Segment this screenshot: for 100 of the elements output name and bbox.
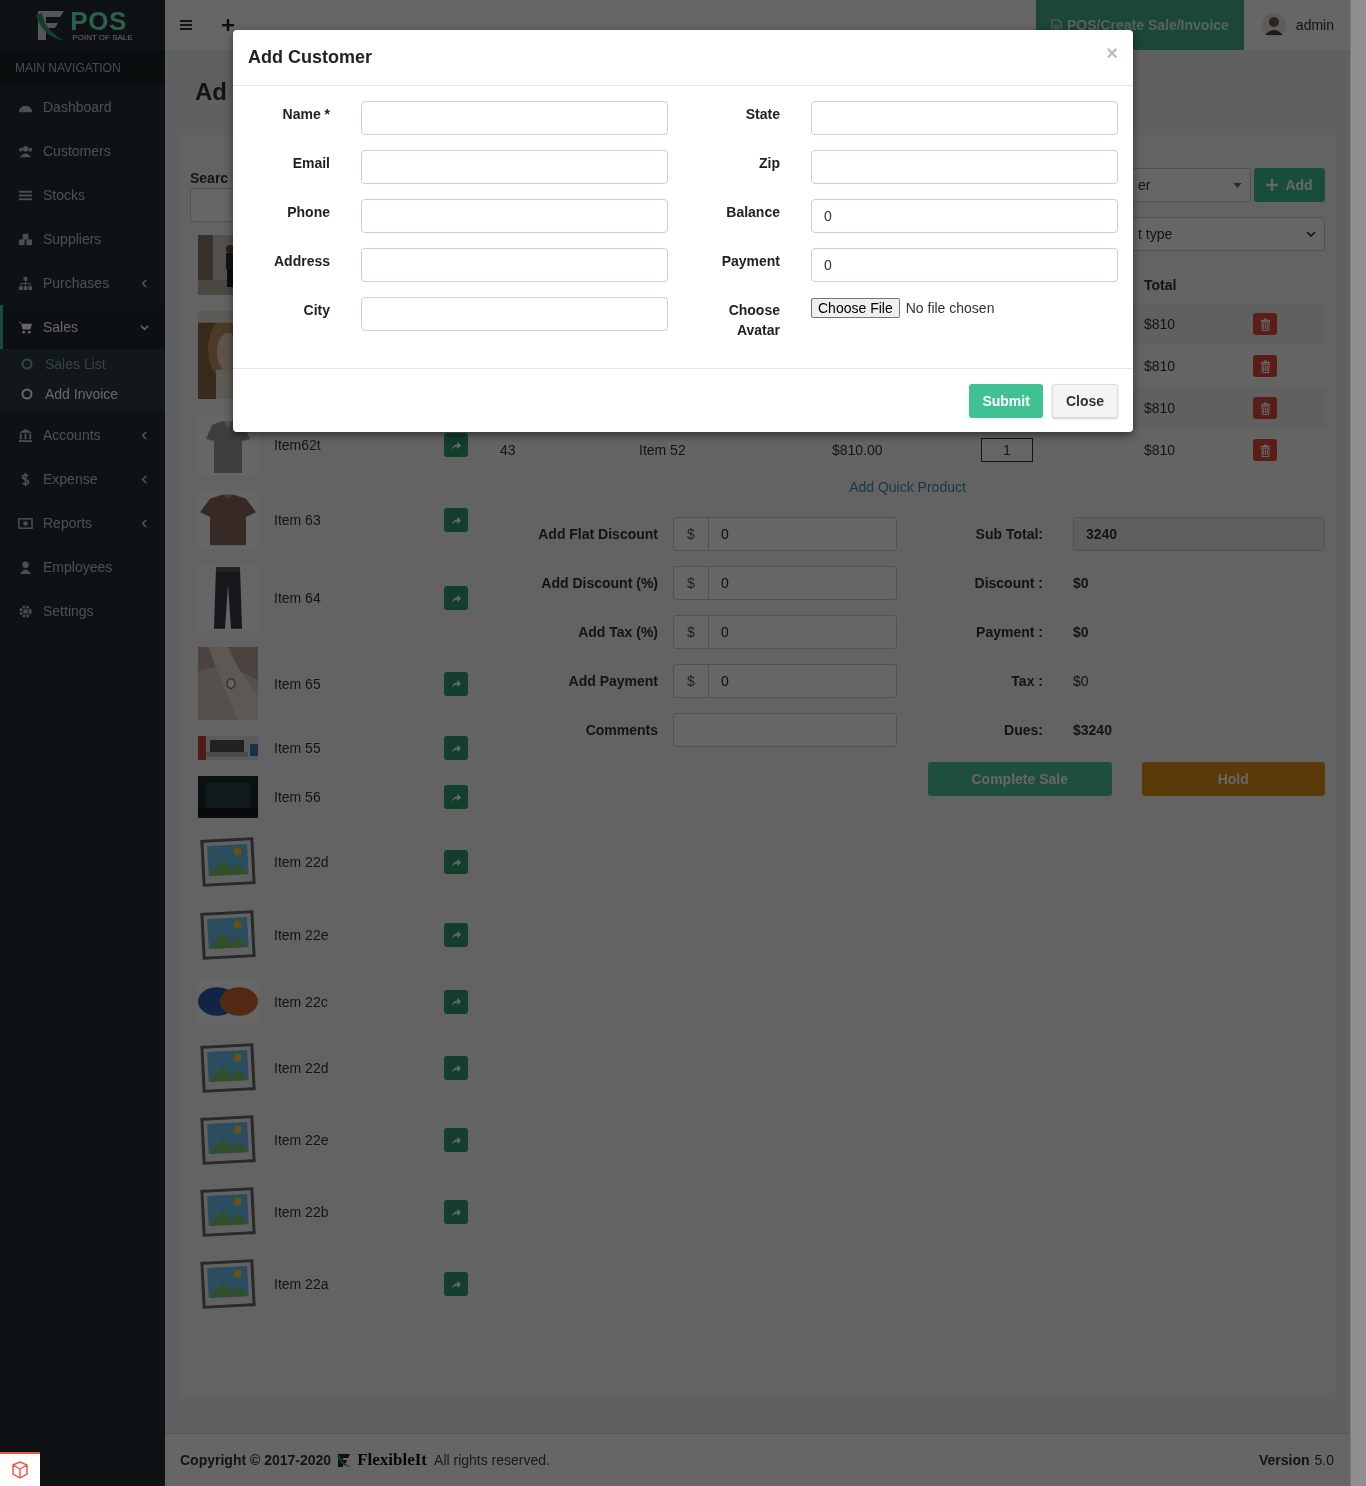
banknote-icon: [18, 515, 33, 531]
close-button[interactable]: ×: [1106, 42, 1118, 65]
share-arrow-icon: [450, 1062, 462, 1074]
debug-toggle-button[interactable]: [0, 1452, 40, 1486]
field-label: Payment: [720, 252, 780, 271]
field-label: Add Discount (%): [540, 575, 658, 591]
table-cell: $810: [1144, 400, 1176, 416]
text-field[interactable]: [361, 150, 668, 184]
add-to-cart-button[interactable]: [444, 1056, 468, 1080]
text-field[interactable]: [811, 101, 1118, 135]
summary-label: Payment :: [975, 624, 1043, 640]
field-label: State: [744, 105, 780, 124]
text-field[interactable]: 0: [811, 248, 1118, 282]
add-to-cart-button[interactable]: [444, 785, 468, 809]
text-field[interactable]: [361, 199, 668, 233]
page-title: Ad: [195, 77, 228, 107]
text-field[interactable]: [361, 248, 668, 282]
brand-logo-icon: [336, 1452, 353, 1468]
field-label: Choose Avatar: [727, 301, 780, 340]
field-label: Balance: [725, 203, 780, 222]
product-name: Item 22b: [274, 1204, 330, 1220]
input-field[interactable]: $ 0: [673, 615, 897, 649]
users-icon: [18, 143, 33, 159]
user-menu[interactable]: admin: [1243, 13, 1350, 37]
hold-button[interactable]: Hold: [1141, 762, 1325, 796]
share-arrow-icon: [450, 742, 462, 754]
complete-sale-button[interactable]: Complete Sale: [928, 762, 1112, 796]
circle-icon: [21, 358, 33, 370]
add-to-cart-button[interactable]: [444, 1200, 468, 1224]
submenu-item[interactable]: Add Invoice: [0, 379, 165, 409]
text-field[interactable]: [361, 297, 668, 331]
document-icon: [1051, 18, 1062, 32]
summary-label: Dues:: [1003, 722, 1043, 738]
text-field[interactable]: [361, 101, 668, 135]
plus-icon: [1266, 179, 1279, 191]
add-customer-button[interactable]: Add: [1254, 168, 1325, 202]
add-to-cart-button[interactable]: [444, 736, 468, 760]
search-label: Searc: [190, 169, 230, 188]
share-arrow-icon: [450, 592, 462, 604]
add-quick-product-link[interactable]: Add Quick Product: [849, 479, 966, 495]
product-name: Item 63: [274, 512, 322, 528]
text-field[interactable]: [811, 150, 1118, 184]
dropdown-caret-icon: [1233, 182, 1242, 188]
add-to-cart-button[interactable]: [444, 671, 468, 696]
menu-icon[interactable]: [179, 18, 193, 32]
add-to-cart-button[interactable]: [444, 1272, 468, 1296]
share-arrow-icon: [450, 996, 462, 1007]
column-header: Total: [1144, 277, 1178, 293]
add-to-cart-button[interactable]: [444, 586, 468, 610]
table-cell: Item 52: [639, 442, 686, 458]
choose-file-button[interactable]: Choose File: [811, 298, 900, 318]
delete-button[interactable]: [1253, 355, 1277, 377]
add-to-cart-button[interactable]: [444, 850, 468, 874]
input-field[interactable]: $ 0: [673, 664, 897, 698]
avatar: [1261, 13, 1286, 37]
quantity-field[interactable]: 1: [981, 438, 1033, 462]
delete-button[interactable]: [1253, 439, 1277, 461]
table-cell: $810: [1144, 358, 1176, 374]
version-label: Version: [1258, 1452, 1310, 1468]
table-cell: 43: [500, 442, 516, 458]
share-arrow-icon: [450, 439, 462, 451]
add-to-cart-button[interactable]: [444, 989, 468, 1014]
cart-icon: [18, 319, 33, 335]
product-name: Item 22e: [274, 926, 330, 943]
field-label: Address: [272, 252, 330, 271]
trash-icon: [1259, 359, 1271, 373]
product-name: Item 65: [274, 675, 322, 692]
field-label: City: [302, 301, 330, 320]
close-button[interactable]: Close: [1051, 384, 1118, 418]
trash-icon: [1259, 317, 1271, 331]
chevron-down-icon: [1306, 231, 1316, 237]
share-arrow-icon: [450, 791, 462, 803]
add-to-cart-button[interactable]: [444, 433, 468, 457]
product-name: Item 22c: [274, 993, 329, 1010]
share-arrow-icon: [450, 929, 462, 940]
version-number: 5.0: [1314, 1452, 1334, 1468]
text-field[interactable]: 0: [811, 199, 1118, 233]
subtotal-field[interactable]: 3240: [1073, 517, 1325, 551]
input-field[interactable]: $ 0: [673, 517, 897, 551]
field-label: Phone: [286, 203, 330, 222]
sitemap-icon: [18, 275, 33, 291]
scrollbar[interactable]: [1350, 0, 1366, 1486]
bank-icon: [18, 427, 33, 443]
plus-icon[interactable]: [221, 18, 235, 32]
add-to-cart-button[interactable]: [444, 922, 468, 947]
summary-label: Discount :: [973, 575, 1043, 591]
input-field[interactable]: $ 0: [673, 566, 897, 600]
summary-value: $3240: [1073, 722, 1113, 738]
settings-icon: [18, 603, 33, 619]
add-to-cart-button[interactable]: [444, 508, 468, 532]
submit-button[interactable]: Submit: [969, 384, 1043, 418]
add-to-cart-button[interactable]: [444, 1128, 468, 1152]
delete-button[interactable]: [1253, 397, 1277, 419]
logo-title: POS: [70, 8, 127, 34]
user-icon: [18, 559, 33, 575]
summary-value: $0: [1073, 673, 1090, 689]
field-label: Add Flat Discount: [537, 526, 658, 542]
field-label: Add Payment: [567, 673, 658, 689]
delete-button[interactable]: [1253, 313, 1277, 335]
product-name: Item 22d: [274, 1060, 330, 1076]
